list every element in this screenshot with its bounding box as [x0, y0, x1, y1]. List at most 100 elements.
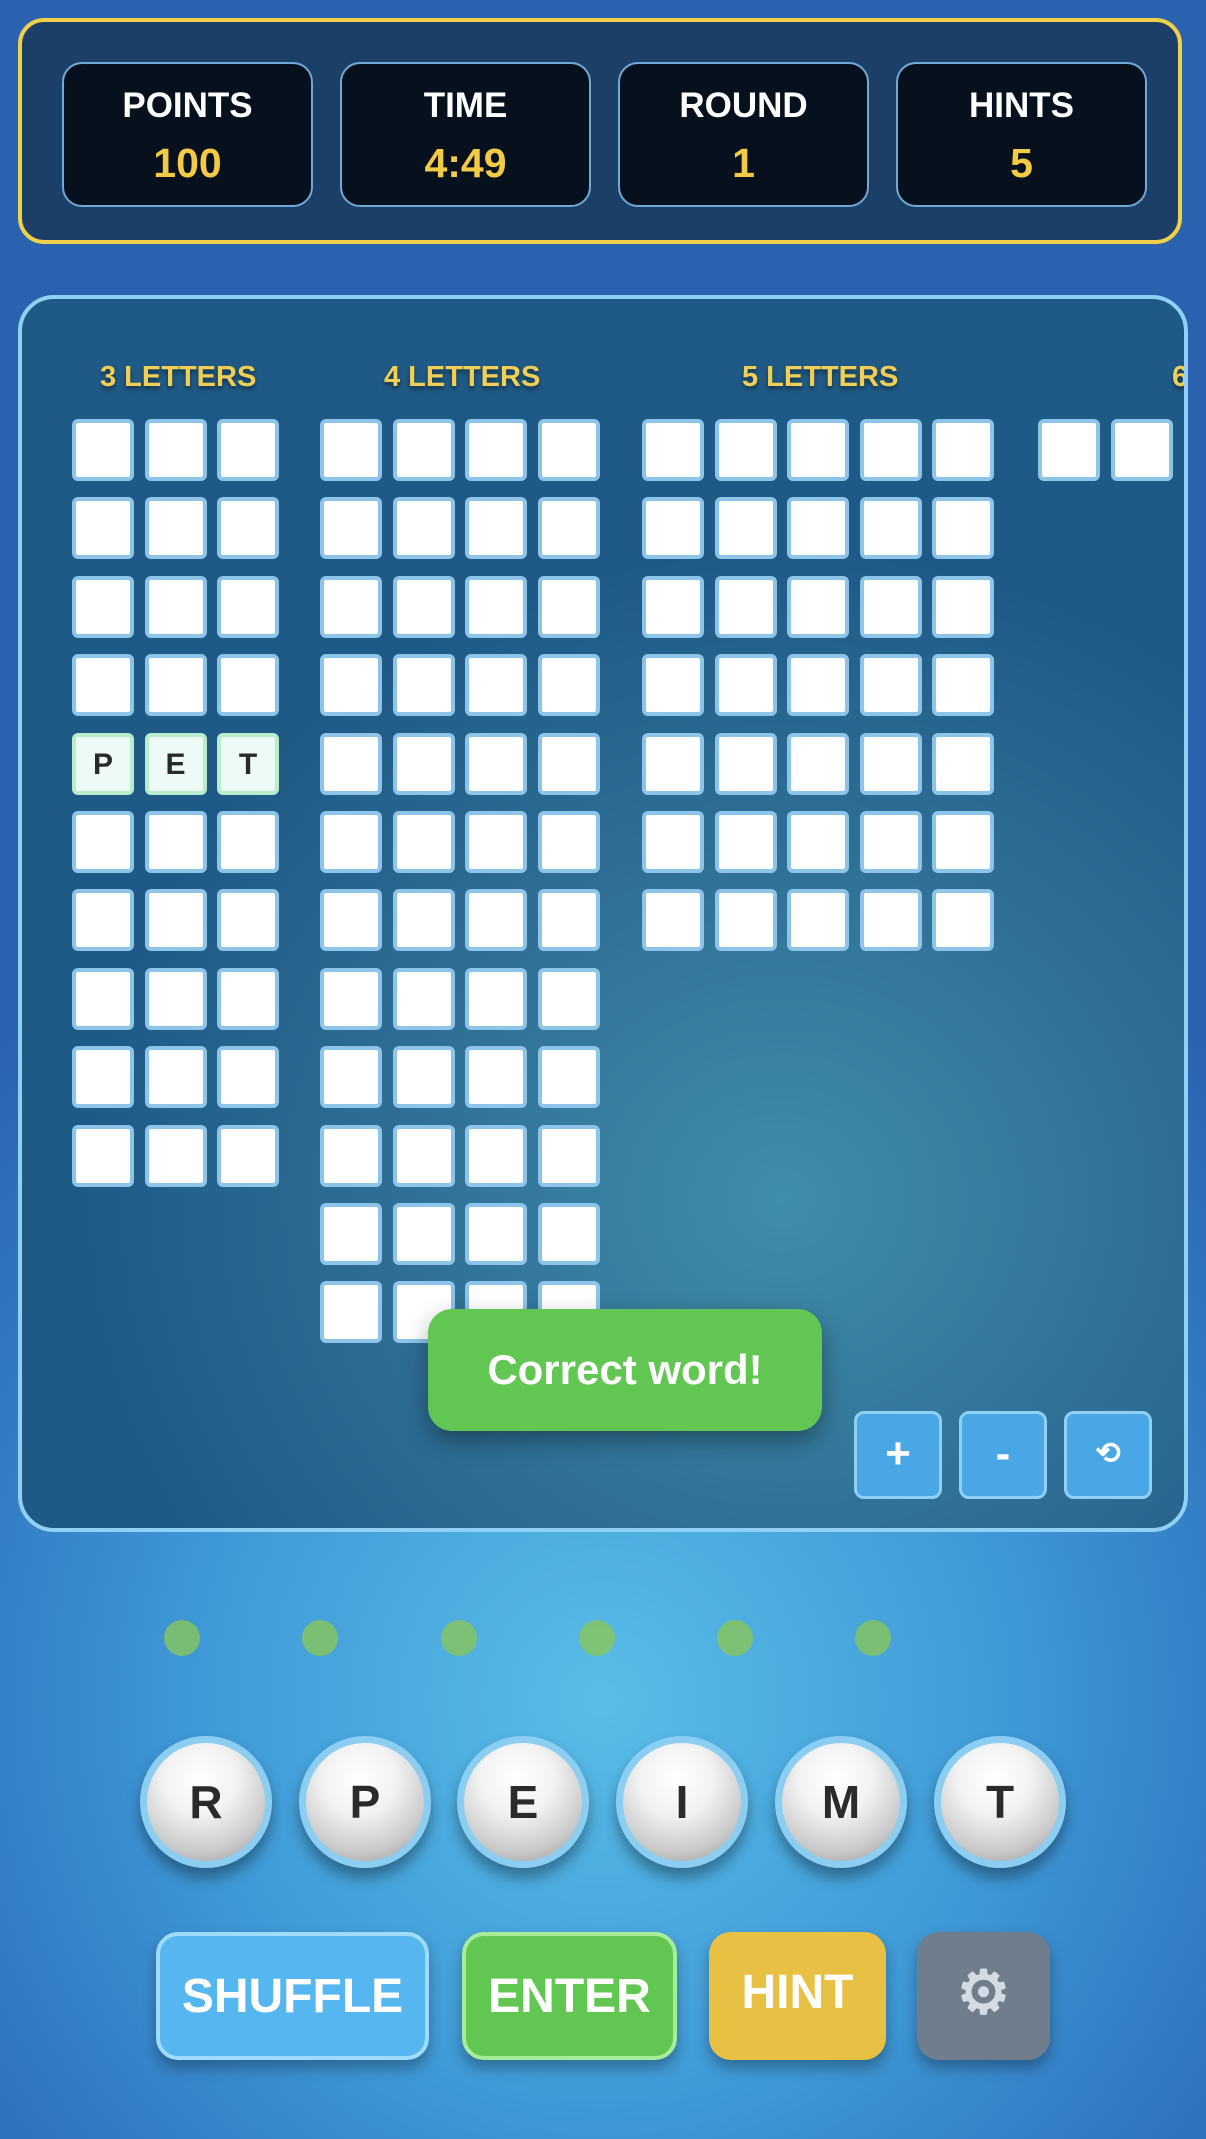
letter-cell: [72, 1124, 134, 1187]
letter-cell: [787, 732, 849, 795]
letter-cell: [465, 967, 527, 1030]
round-value: 1: [732, 140, 755, 186]
letter-tile[interactable]: I: [616, 1736, 748, 1868]
letter-cell: [1038, 419, 1100, 481]
letter-cell: [537, 967, 600, 1030]
progress-dot: [579, 1620, 615, 1656]
letter-cell: [72, 811, 134, 873]
letter-cell: [859, 811, 922, 873]
column-title-5-letters: 5 LETTERS: [742, 361, 899, 393]
letter-cell: [465, 497, 527, 560]
letter-cell: [714, 732, 777, 795]
letter-cell: [392, 811, 455, 873]
letter-tile[interactable]: M: [775, 1736, 907, 1868]
letter-cell: [392, 732, 455, 795]
reset-view-button[interactable]: ⟲: [1064, 1411, 1152, 1499]
word-board[interactable]: 3 LETTERS 4 LETTERS 5 LETTERS 6 P E T + - ⟲…: [18, 295, 1188, 1532]
letter-cell: [714, 811, 777, 873]
letter-cell: [320, 1281, 382, 1344]
letter-cell: [537, 1203, 600, 1265]
letter-cell: [392, 967, 455, 1030]
time-label: TIME: [423, 86, 508, 125]
time-value: 4:49: [424, 140, 507, 186]
letter-cell: [537, 575, 600, 638]
letter-cell: [320, 1124, 382, 1187]
letter-cell: [217, 967, 279, 1030]
letter-cell: [144, 811, 207, 873]
hints-label: HINTS: [969, 86, 1074, 125]
zoom-in-button[interactable]: +: [854, 1411, 942, 1499]
letter-tile[interactable]: P: [299, 1736, 431, 1868]
enter-button[interactable]: ENTER: [462, 1932, 677, 2060]
letter-cell: [1110, 419, 1173, 481]
round-label: ROUND: [679, 86, 808, 125]
progress-dot: [302, 1620, 338, 1656]
letter-cell: [465, 1046, 527, 1109]
letter-cell: [320, 654, 382, 717]
points-panel: POINTS 100: [62, 62, 313, 207]
letter-tile[interactable]: T: [934, 1736, 1066, 1868]
letter-cell: [217, 889, 279, 952]
letter-cell: [932, 575, 994, 638]
letter-cell: [932, 419, 994, 481]
hints-panel: HINTS 5: [896, 62, 1147, 207]
letter-cell: [72, 654, 134, 717]
letter-cell: [859, 732, 922, 795]
letter-cell: [217, 575, 279, 638]
letter-cell: [320, 889, 382, 952]
letter-cell: [72, 967, 134, 1030]
letter-cell: [537, 811, 600, 873]
letter-cell: [642, 575, 704, 638]
letter-cell: [320, 497, 382, 560]
letter-cell: [642, 654, 704, 717]
letter-cell: [465, 889, 527, 952]
letter-cell: [537, 732, 600, 795]
letter-cell: [72, 889, 134, 952]
letter-cell: [787, 654, 849, 717]
letter-cell: [714, 654, 777, 717]
letter-cell: [787, 811, 849, 873]
letter-cell: [537, 1046, 600, 1109]
letter-cell: [392, 1124, 455, 1187]
letter-cell: [144, 419, 207, 481]
letter-cell: [642, 811, 704, 873]
letter-cell: [144, 1046, 207, 1109]
letter-tile[interactable]: E: [457, 1736, 589, 1868]
letter-cell: [537, 889, 600, 952]
letter-cell: [465, 654, 527, 717]
letter-cell: [392, 1046, 455, 1109]
letter-cell: [465, 419, 527, 481]
letter-cell: [217, 1124, 279, 1187]
progress-dot: [441, 1620, 477, 1656]
letter-cell: [642, 889, 704, 952]
hint-button[interactable]: HINT: [709, 1932, 886, 2060]
letter-cell: [392, 1203, 455, 1265]
letter-cell: [859, 654, 922, 717]
letter-cell: [72, 497, 134, 560]
letter-cell: [320, 732, 382, 795]
letter-cell: [714, 497, 777, 560]
letter-cell: [537, 654, 600, 717]
letter-cell: [465, 1124, 527, 1187]
letter-cell: [642, 419, 704, 481]
letter-cell: [714, 575, 777, 638]
letter-cell: [72, 575, 134, 638]
zoom-out-button[interactable]: -: [959, 1411, 1047, 1499]
letter-cell: [787, 575, 849, 638]
shuffle-button[interactable]: SHUFFLE: [156, 1932, 429, 2060]
letter-cell: [72, 419, 134, 481]
letter-cell: [642, 497, 704, 560]
letter-cell: P: [72, 732, 134, 795]
letter-cell: [859, 497, 922, 560]
settings-button[interactable]: ⚙: [917, 1932, 1050, 2060]
gear-icon: ⚙: [956, 1959, 1011, 2026]
letter-tile[interactable]: R: [140, 1736, 272, 1868]
letter-cell: [72, 1046, 134, 1109]
letter-cell: [642, 732, 704, 795]
column-title-6-letters: 6: [1172, 361, 1188, 393]
letter-cell: [932, 811, 994, 873]
letter-cell: [932, 732, 994, 795]
points-value: 100: [153, 140, 222, 186]
letter-cell: [859, 889, 922, 952]
letter-cell: [320, 967, 382, 1030]
